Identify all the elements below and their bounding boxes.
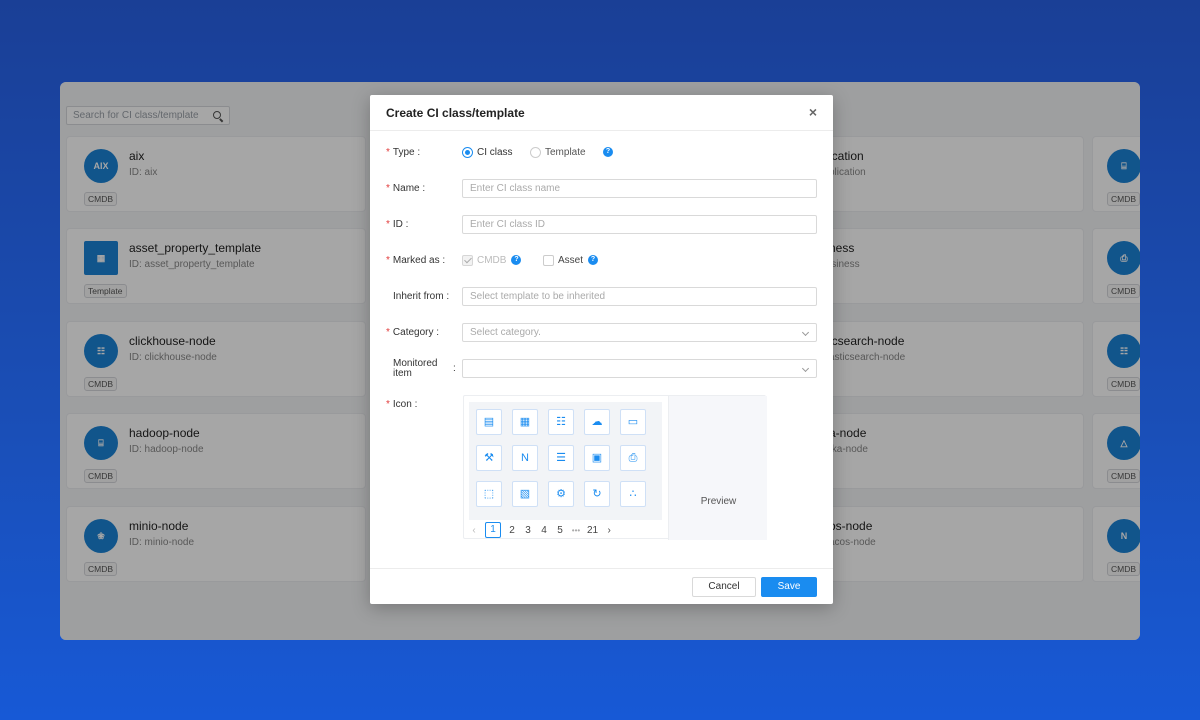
- triangle-cluster-icon: ∴: [629, 487, 637, 500]
- type-option-ci-class[interactable]: CI class: [462, 143, 513, 163]
- icon-option[interactable]: ⚒: [476, 445, 502, 471]
- close-icon[interactable]: ×: [809, 105, 817, 119]
- page-last-button[interactable]: 21: [587, 525, 598, 536]
- icon-option[interactable]: ☰: [548, 445, 574, 471]
- create-ci-class-modal: Create CI class/template × * Type : CI cl…: [370, 95, 833, 604]
- icon-option[interactable]: ▧: [512, 481, 538, 507]
- printer-icon: ⎙: [628, 451, 638, 464]
- type-row: * Type : CI class Template ?: [370, 143, 833, 163]
- gear-icon: ⚙: [556, 487, 566, 500]
- category-select[interactable]: Select category.: [462, 323, 817, 342]
- icon-option[interactable]: ▣: [584, 445, 610, 471]
- marked-as-label: * Marked as :: [386, 255, 446, 266]
- next-page-button[interactable]: ›: [604, 525, 614, 536]
- help-icon[interactable]: ?: [588, 255, 599, 266]
- page-2-button[interactable]: 2: [507, 525, 517, 536]
- icon-option[interactable]: ⚙: [548, 481, 574, 507]
- inherit-row: Inherit from : Select template to be inh…: [370, 287, 833, 307]
- type-option-template[interactable]: Template: [530, 143, 586, 163]
- cancel-button[interactable]: Cancel: [692, 577, 756, 597]
- monitored-item-select[interactable]: [462, 359, 817, 378]
- icon-option[interactable]: ⎙: [620, 445, 646, 471]
- cloud-sync-icon: ↻: [592, 487, 602, 500]
- id-label: * ID :: [386, 219, 409, 230]
- icon-option[interactable]: N: [512, 445, 538, 471]
- modal-header: Create CI class/template ×: [370, 95, 833, 131]
- icon-picker: ▤ ▦ ☷ ☁ ▭ ⚒ N ☰ ▣ ⎙ ⬚ ▧ ⚙ ↻ ∴ ‹ 1 2 3 4 5 ••• 21 › Pre…: [463, 395, 767, 540]
- page-4-button[interactable]: 4: [539, 525, 549, 536]
- name-label: * Name :: [386, 183, 426, 194]
- help-icon[interactable]: ?: [511, 255, 522, 266]
- radio-ci-class[interactable]: [462, 146, 473, 158]
- inherit-input[interactable]: Select template to be inherited: [462, 287, 817, 306]
- window-icon: ▭: [627, 415, 639, 428]
- id-row: * ID : Enter CI class ID: [370, 215, 833, 235]
- icon-option[interactable]: ☁: [584, 409, 610, 435]
- hierarchy-icon: ☷: [556, 415, 566, 428]
- icon-option[interactable]: ↻: [584, 481, 610, 507]
- pagination: ‹ 1 2 3 4 5 ••• 21 ›: [469, 522, 620, 538]
- icon-option[interactable]: ☷: [548, 409, 574, 435]
- icon-option[interactable]: ∴: [620, 481, 646, 507]
- help-icon[interactable]: ?: [603, 147, 613, 158]
- modal-footer: Cancel Save: [370, 568, 833, 604]
- icon-label: * Icon :: [386, 399, 418, 410]
- id-input[interactable]: Enter CI class ID: [462, 215, 817, 234]
- page-1-button[interactable]: 1: [485, 522, 501, 538]
- icon-option[interactable]: ▭: [620, 409, 646, 435]
- checkbox-cmdb: CMDB?: [462, 251, 522, 271]
- server-rack-icon: ▤: [483, 415, 495, 428]
- preview-label: Preview: [700, 496, 737, 507]
- icon-option[interactable]: ▤: [476, 409, 502, 435]
- scan-frame-icon: ⬚: [483, 487, 495, 500]
- tools-icon: ⚒: [484, 451, 494, 464]
- nacos-n-icon: N: [521, 451, 529, 464]
- page-ellipsis[interactable]: •••: [571, 526, 581, 535]
- icon-grid: ▤ ▦ ☷ ☁ ▭ ⚒ N ☰ ▣ ⎙ ⬚ ▧ ⚙ ↻ ∴: [469, 402, 662, 520]
- monitored-item-label: Monitored item: [393, 358, 438, 379]
- monitored-item-row: Monitored item :: [370, 359, 833, 379]
- barcode-icon: ☰: [556, 451, 566, 464]
- type-label: * Type :: [386, 147, 421, 158]
- marked-as-row: * Marked as : CMDB? Asset?: [370, 251, 833, 271]
- prev-page-button[interactable]: ‹: [469, 525, 479, 536]
- cloud-icon: ☁: [591, 415, 603, 428]
- radio-template[interactable]: [530, 146, 541, 158]
- icon-preview-pane: Preview: [668, 396, 767, 540]
- category-row: * Category : Select category.: [370, 323, 833, 343]
- icon-option[interactable]: ▦: [512, 409, 538, 435]
- modal-title: Create CI class/template: [386, 106, 525, 120]
- page-5-button[interactable]: 5: [555, 525, 565, 536]
- chevron-down-icon: [801, 364, 810, 373]
- name-row: * Name : Enter CI class name: [370, 179, 833, 199]
- icon-option[interactable]: ⬚: [476, 481, 502, 507]
- inherit-label: Inherit from :: [393, 291, 450, 302]
- monitor-grid-icon: ▣: [591, 451, 603, 464]
- grid-squares-icon: ▦: [519, 415, 531, 428]
- name-input[interactable]: Enter CI class name: [462, 179, 817, 198]
- chevron-down-icon: [801, 328, 810, 337]
- checkbox-asset[interactable]: Asset?: [543, 251, 599, 271]
- category-label: * Category :: [386, 327, 440, 338]
- page-3-button[interactable]: 3: [523, 525, 533, 536]
- document-icon: ▧: [519, 487, 531, 500]
- save-button[interactable]: Save: [761, 577, 817, 597]
